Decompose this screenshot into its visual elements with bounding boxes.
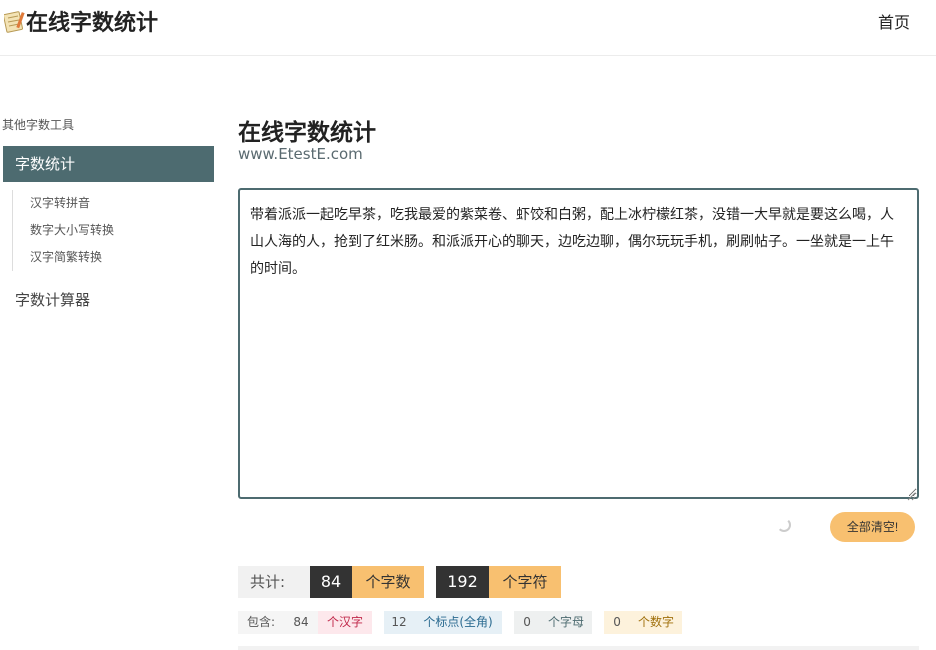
loading-spinner-icon bbox=[777, 518, 791, 532]
page-title: 在线字数统计 bbox=[238, 120, 376, 146]
sidebar-item-pinyin[interactable]: 汉字转拼音 bbox=[30, 190, 212, 217]
nav-home-link[interactable]: 首页 bbox=[878, 9, 910, 33]
punct-count-unit: 个标点(全角) bbox=[414, 611, 503, 634]
totals-row: 共计: 84 个字数 192 个字符 bbox=[238, 566, 561, 598]
sidebar-item-number-case[interactable]: 数字大小写转换 bbox=[30, 217, 212, 244]
totals-label: 共计: bbox=[238, 566, 310, 598]
char-count-value: 192 bbox=[436, 566, 489, 598]
digit-count-value: 0 bbox=[604, 611, 631, 634]
text-input-area[interactable]: 带着派派一起吃早茶，吃我最爱的紫菜卷、虾饺和白粥，配上冰柠檬红茶，没错一大早就是… bbox=[238, 188, 919, 499]
char-count-unit: 个字符 bbox=[489, 566, 561, 598]
hanzi-count-unit: 个汉字 bbox=[318, 611, 373, 634]
letter-count-unit: 个字母 bbox=[540, 611, 593, 634]
header: 在线字数统计 首页 bbox=[0, 0, 936, 56]
digit-count-unit: 个数字 bbox=[630, 611, 683, 634]
page-subtitle: www.EtestE.com bbox=[238, 145, 363, 163]
word-count-value: 84 bbox=[310, 566, 352, 598]
hanzi-count-value: 84 bbox=[284, 611, 319, 634]
sidebar-item-word-count[interactable]: 字数统计 bbox=[3, 146, 214, 182]
sidebar-title: 其他字数工具 bbox=[2, 118, 75, 132]
includes-row: 包含: 84 个汉字 12 个标点(全角) 0 个字母 0 个数字 bbox=[238, 611, 683, 634]
sidebar-sub-list: 汉字转拼音 数字大小写转换 汉字简繁转换 bbox=[12, 190, 212, 271]
logo-text: 在线字数统计 bbox=[26, 11, 159, 36]
resize-handle-icon[interactable] bbox=[906, 486, 916, 501]
word-count-unit: 个字数 bbox=[352, 566, 424, 598]
punct-count-value: 12 bbox=[384, 611, 415, 634]
site-logo[interactable]: 在线字数统计 bbox=[2, 6, 159, 36]
sidebar-item-calculator[interactable]: 字数计算器 bbox=[15, 289, 90, 310]
includes-label: 包含: bbox=[238, 611, 285, 634]
sidebar-item-traditional[interactable]: 汉字简繁转换 bbox=[30, 244, 212, 271]
notebook-icon bbox=[2, 9, 26, 33]
divider bbox=[238, 646, 919, 650]
letter-count-value: 0 bbox=[514, 611, 541, 634]
clear-all-button[interactable]: 全部清空! bbox=[830, 512, 915, 542]
